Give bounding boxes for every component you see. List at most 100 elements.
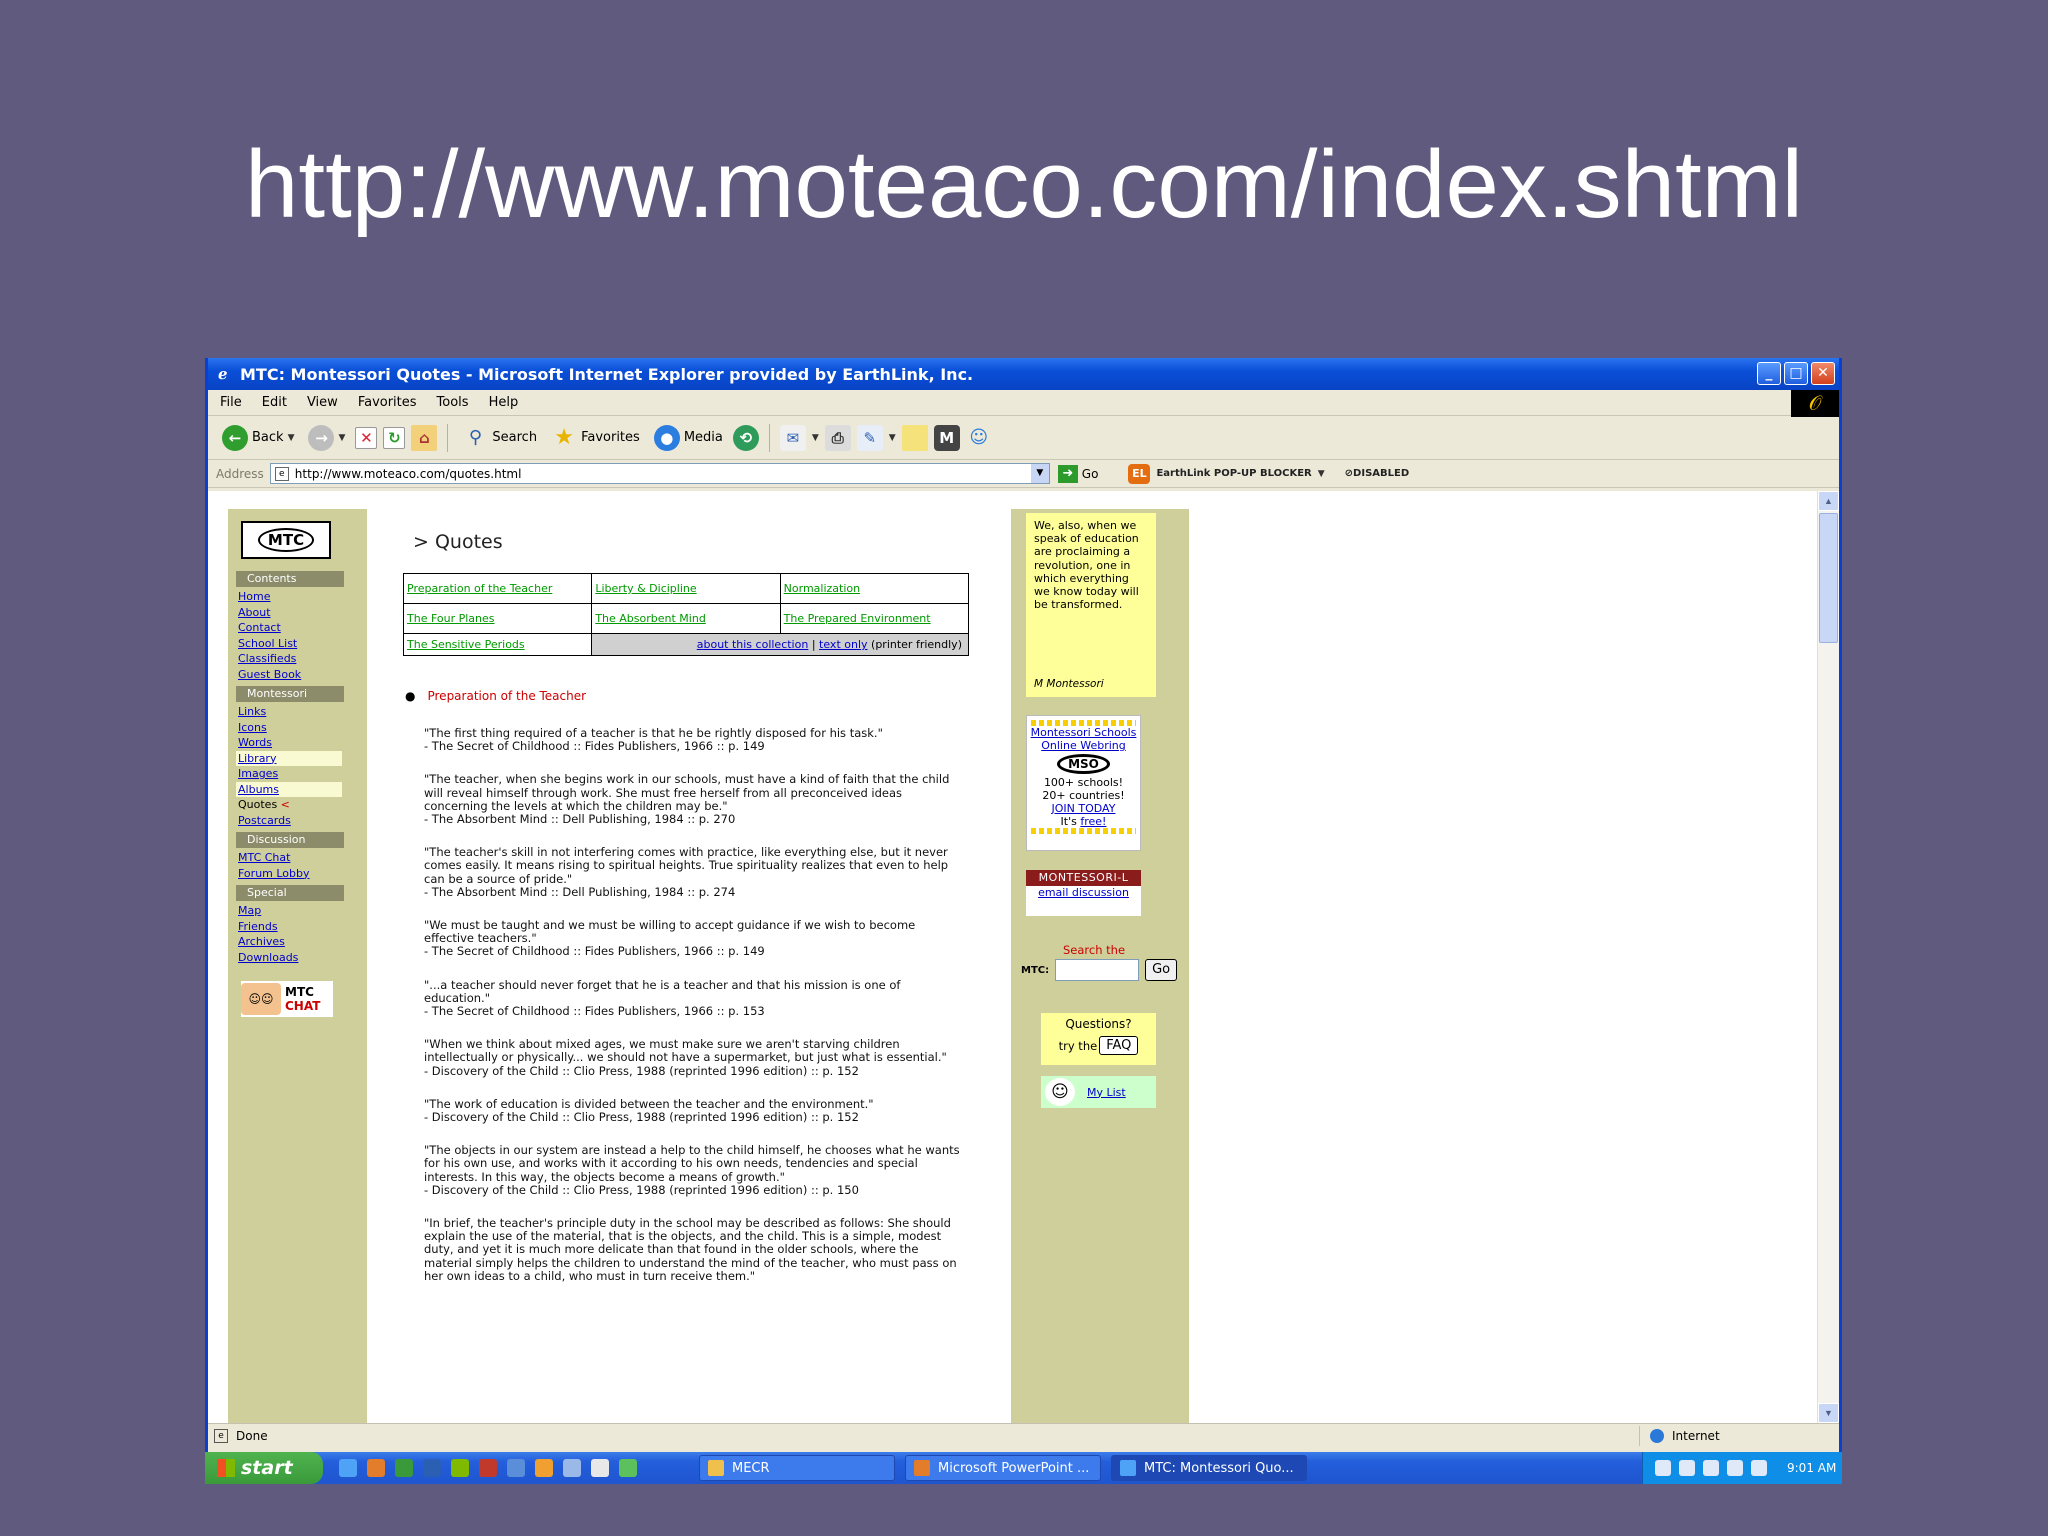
nav-guest-book[interactable]: Guest Book xyxy=(236,667,342,683)
forward-dropdown-icon[interactable]: ▼ xyxy=(338,433,345,443)
topic-prepared-env-link[interactable]: The Prepared Environment xyxy=(784,613,931,625)
site-search-input[interactable] xyxy=(1055,959,1140,981)
history-icon[interactable]: ⟲ xyxy=(732,424,759,451)
edit-icon[interactable]: ✎ xyxy=(856,424,883,451)
forward-button[interactable]: → ▼ xyxy=(304,423,349,453)
nav-classifieds[interactable]: Classifieds xyxy=(236,651,342,667)
menu-view[interactable]: View xyxy=(307,395,338,410)
media-button[interactable]: ● Media xyxy=(650,423,727,453)
popup-dropdown-icon[interactable]: ▼ xyxy=(1318,469,1325,479)
back-dropdown-icon[interactable]: ▼ xyxy=(288,433,295,443)
media-player-quicklaunch-icon[interactable] xyxy=(535,1459,553,1477)
nav-contact[interactable]: Contact xyxy=(236,620,342,636)
topic-four-planes-link[interactable]: The Four Planes xyxy=(407,613,495,625)
acrobat-quicklaunch-icon[interactable] xyxy=(479,1459,497,1477)
ie-quicklaunch-icon[interactable] xyxy=(339,1459,357,1477)
mso-logo[interactable]: MSO xyxy=(1057,754,1110,774)
tray-security-icon[interactable] xyxy=(1727,1460,1743,1476)
menu-file[interactable]: File xyxy=(220,395,242,410)
sync-quicklaunch-icon[interactable] xyxy=(619,1459,637,1477)
start-button[interactable]: start xyxy=(205,1452,323,1484)
toolbar-separator xyxy=(447,423,449,452)
task-ie-label: MTC: Montessori Quo... xyxy=(1144,1460,1294,1476)
task-mecr[interactable]: MECR xyxy=(699,1455,895,1481)
topic-sensitive-periods-link[interactable]: The Sensitive Periods xyxy=(407,639,525,651)
topic-preparation-link[interactable]: Preparation of the Teacher xyxy=(407,583,552,595)
close-button[interactable]: ✕ xyxy=(1811,362,1835,385)
menu-help[interactable]: Help xyxy=(489,395,519,410)
nav-words[interactable]: Words xyxy=(236,735,342,751)
desktop-quicklaunch-icon[interactable] xyxy=(563,1459,581,1477)
mso-free-link[interactable]: free! xyxy=(1080,815,1106,828)
powerpoint-quicklaunch-icon[interactable] xyxy=(367,1459,385,1477)
stop-icon[interactable]: ✕ xyxy=(355,426,378,449)
excel-quicklaunch-icon[interactable] xyxy=(395,1459,413,1477)
scroll-down-icon[interactable]: ▼ xyxy=(1818,1403,1839,1423)
home-icon[interactable]: ⌂ xyxy=(411,424,438,451)
nav-icons[interactable]: Icons xyxy=(236,720,342,736)
go-button[interactable]: ➜ Go xyxy=(1057,464,1098,483)
app-quicklaunch-icon[interactable] xyxy=(451,1459,469,1477)
mail-dropdown-icon[interactable]: ▼ xyxy=(812,433,819,443)
site-search-go-button[interactable]: Go xyxy=(1145,959,1178,981)
vertical-scrollbar[interactable]: ▲ ▼ xyxy=(1817,491,1839,1423)
nav-archives[interactable]: Archives xyxy=(236,934,342,950)
menu-edit[interactable]: Edit xyxy=(262,395,287,410)
nav-school-list[interactable]: School List xyxy=(236,636,342,652)
nav-forum-lobby[interactable]: Forum Lobby xyxy=(236,866,342,882)
nav-downloads[interactable]: Downloads xyxy=(236,950,342,966)
text-only-link[interactable]: text only xyxy=(819,639,867,651)
word-quicklaunch-icon[interactable] xyxy=(423,1459,441,1477)
address-input[interactable]: e http://www.moteaco.com/quotes.html ▼ xyxy=(269,463,1050,484)
refresh-icon[interactable]: ↻ xyxy=(383,426,406,449)
maximize-button[interactable]: □ xyxy=(1784,362,1808,385)
faq-button[interactable]: FAQ xyxy=(1099,1036,1139,1055)
page-viewport[interactable]: MTC Contents Home About Contact School L… xyxy=(208,491,1839,1423)
discuss-icon[interactable] xyxy=(901,424,928,451)
scroll-up-icon[interactable]: ▲ xyxy=(1818,491,1839,511)
mtc-chat-badge[interactable]: ☺☺ MTC CHAT xyxy=(241,981,333,1017)
topic-liberty-link[interactable]: Liberty & Dicipline xyxy=(595,583,696,595)
mail-icon[interactable]: ✉ xyxy=(779,424,806,451)
nav-friends[interactable]: Friends xyxy=(236,919,342,935)
messenger-quicklaunch-icon[interactable] xyxy=(591,1459,609,1477)
nav-images[interactable]: Images xyxy=(236,766,342,782)
topic-absorbent-mind-link[interactable]: The Absorbent Mind xyxy=(595,613,705,625)
favorites-button[interactable]: ★ Favorites xyxy=(547,423,644,453)
mtc-logo[interactable]: MTC xyxy=(241,521,331,559)
my-list-link[interactable]: My List xyxy=(1087,1086,1126,1099)
topic-normalization-link[interactable]: Normalization xyxy=(784,583,860,595)
nav-postcards[interactable]: Postcards xyxy=(236,813,342,829)
tray-messenger-icon[interactable] xyxy=(1751,1460,1767,1476)
back-button[interactable]: ← Back ▼ xyxy=(218,423,298,453)
address-dropdown-icon[interactable]: ▼ xyxy=(1030,464,1049,483)
nav-about[interactable]: About xyxy=(236,605,342,621)
nav-home[interactable]: Home xyxy=(236,589,342,605)
scroll-thumb[interactable] xyxy=(1819,513,1838,643)
email-discussion-link[interactable]: email discussion xyxy=(1026,886,1141,899)
tray-network-icon[interactable] xyxy=(1679,1460,1695,1476)
search-button[interactable]: ⚲ Search xyxy=(458,423,541,453)
task-ie[interactable]: MTC: Montessori Quo... xyxy=(1111,1455,1307,1481)
nav-map[interactable]: Map xyxy=(236,903,342,919)
messenger-icon[interactable]: ☺ xyxy=(966,425,992,451)
nav-mtc-chat[interactable]: MTC Chat xyxy=(236,850,342,866)
nav-links[interactable]: Links xyxy=(236,704,342,720)
edit-dropdown-icon[interactable]: ▼ xyxy=(889,433,896,443)
print-icon[interactable]: ⎙ xyxy=(824,424,851,451)
task-powerpoint[interactable]: Microsoft PowerPoint ... xyxy=(905,1455,1101,1481)
nav-albums[interactable]: Albums xyxy=(236,781,342,797)
tray-arrow-icon[interactable] xyxy=(1655,1460,1671,1476)
research-icon[interactable]: M xyxy=(933,424,960,451)
nav-library[interactable]: Library xyxy=(236,750,342,766)
mso-webring-link[interactable]: Montessori Schools Online Webring xyxy=(1027,726,1140,752)
tray-volume-icon[interactable] xyxy=(1703,1460,1719,1476)
menu-favorites[interactable]: Favorites xyxy=(358,395,417,410)
mso-join-link[interactable]: JOIN TODAY xyxy=(1027,802,1140,815)
menu-tools[interactable]: Tools xyxy=(437,395,469,410)
about-collection-link[interactable]: about this collection xyxy=(697,639,809,651)
popup-blocker[interactable]: EL EarthLink POP-UP BLOCKER ▼ ⊘DISABLED xyxy=(1128,463,1409,484)
minimize-button[interactable]: _ xyxy=(1757,362,1781,385)
window-titlebar[interactable]: ℯ MTC: Montessori Quotes - Microsoft Int… xyxy=(208,358,1839,390)
outlook-quicklaunch-icon[interactable] xyxy=(507,1459,525,1477)
